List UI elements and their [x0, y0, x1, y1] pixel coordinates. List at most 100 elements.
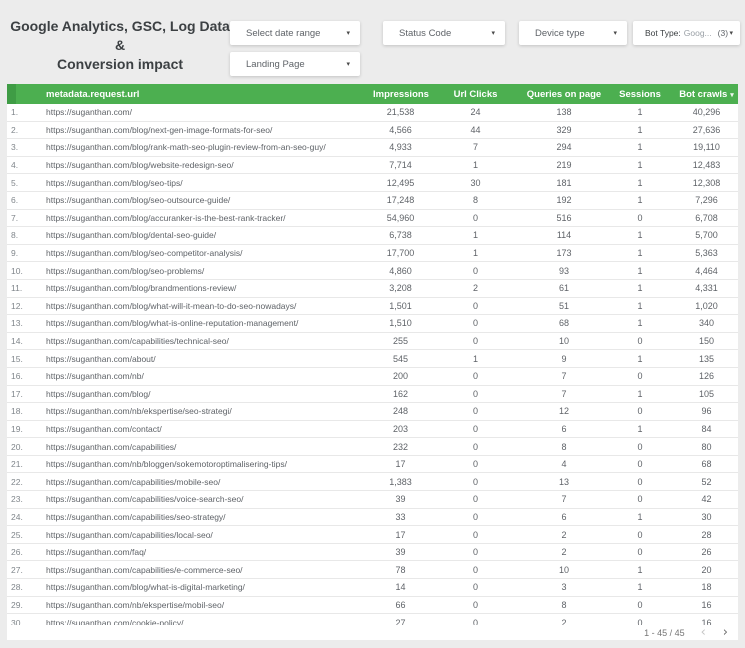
- column-header-bot-crawls-label: Bot crawls: [679, 88, 728, 100]
- table-body: 1. https://suganthan.com/21,538 24 138 1 40,2…: [7, 104, 738, 626]
- page-title: Google Analytics, GSC, Log Data & Conver…: [8, 17, 232, 74]
- row-bot_crawls: 30: [701, 511, 712, 522]
- row-url: https://suganthan.com/blog/seo-competito…: [46, 248, 243, 259]
- row-url_clicks: 2: [472, 283, 478, 294]
- row-impressions: 21,538: [386, 107, 415, 118]
- row-url_clicks: 0: [472, 336, 478, 347]
- filter-status-code[interactable]: Status Code ▾: [383, 21, 505, 45]
- filter-landing-page[interactable]: Landing Page ▾: [230, 52, 360, 76]
- table-row: 22. https://suganthan.com/capabilities/mo…: [7, 473, 738, 492]
- row-sessions: 0: [637, 547, 643, 558]
- row-url_clicks: 0: [472, 582, 478, 593]
- row-url: https://suganthan.com/blog/next-gen-imag…: [46, 124, 273, 135]
- row-url: https://suganthan.com/nb/ekspertise/mobi…: [46, 599, 225, 610]
- row-index: 22.: [11, 476, 23, 487]
- table-row: 2. https://suganthan.com/blog/next-gen-im…: [7, 121, 738, 140]
- row-url: https://suganthan.com/blog/rank-math-seo…: [46, 142, 326, 153]
- row-url_clicks: 0: [472, 212, 478, 223]
- row-impressions: 248: [392, 406, 409, 417]
- filter-bot-type-count: (3): [717, 28, 729, 38]
- row-index: 15.: [11, 353, 23, 364]
- filter-landing-page-label: Landing Page: [246, 58, 305, 70]
- row-bot_crawls: 40,296: [692, 107, 721, 118]
- row-bot_crawls: 27,636: [692, 124, 721, 135]
- row-bot_crawls: 28: [701, 529, 712, 540]
- row-impressions: 39: [395, 547, 406, 558]
- row-url: https://suganthan.com/blog/accuranker-is…: [46, 212, 286, 223]
- column-header-queries[interactable]: Queries on page: [523, 89, 605, 100]
- row-url: https://suganthan.com/capabilities/e-com…: [46, 564, 243, 575]
- row-bot_crawls: 96: [701, 406, 712, 417]
- row-queries: 114: [556, 230, 572, 241]
- row-impressions: 7,714: [389, 160, 412, 171]
- row-impressions: 17: [395, 459, 406, 470]
- row-url: https://suganthan.com/: [46, 107, 132, 118]
- table-row: 13. https://suganthan.com/blog/what-is-on…: [7, 315, 738, 333]
- row-sessions: 1: [637, 564, 643, 575]
- row-url: https://suganthan.com/blog/seo-outsource…: [46, 195, 231, 206]
- row-index: 11.: [11, 283, 23, 294]
- table-row: 27. https://suganthan.com/capabilities/e-…: [7, 561, 738, 580]
- table-row: 15. https://suganthan.com/about/545 1 9 1 135: [7, 350, 738, 368]
- filter-bot-type-label: Bot Type:: [645, 28, 681, 38]
- row-index: 9.: [11, 248, 19, 259]
- table-row: 26. https://suganthan.com/faq/39 0 2 0 26: [7, 543, 738, 562]
- column-header-bot-crawls[interactable]: Bot crawls ▾: [675, 89, 738, 100]
- chevron-down-icon: ▾: [491, 30, 495, 37]
- row-queries: 138: [556, 107, 572, 118]
- row-impressions: 4,860: [389, 265, 412, 276]
- row-queries: 516: [556, 212, 572, 223]
- row-impressions: 162: [392, 388, 409, 399]
- column-header-sessions[interactable]: Sessions: [605, 89, 675, 100]
- table-row: 8. https://suganthan.com/blog/dental-seo-…: [7, 227, 738, 245]
- row-bot_crawls: 20: [701, 564, 712, 575]
- row-impressions: 33: [395, 511, 406, 522]
- row-url: https://suganthan.com/blog/seo-problems/: [46, 265, 205, 276]
- row-index: 19.: [11, 423, 23, 434]
- row-sessions: 1: [637, 107, 643, 118]
- row-url: https://suganthan.com/about/: [46, 353, 156, 364]
- row-queries: 6: [561, 511, 567, 522]
- row-bot_crawls: 68: [701, 459, 712, 470]
- column-header-impressions[interactable]: Impressions: [373, 89, 429, 100]
- row-url: https://suganthan.com/contact/: [46, 423, 162, 434]
- row-bot_crawls: 4,331: [695, 283, 718, 294]
- row-index: 12.: [11, 300, 23, 311]
- table-row: 20. https://suganthan.com/capabilities/23…: [7, 438, 738, 456]
- row-queries: 173: [556, 248, 572, 259]
- row-index: 4.: [11, 160, 19, 171]
- row-bot_crawls: 7,296: [695, 195, 718, 206]
- row-queries: 51: [558, 300, 569, 311]
- row-url: https://suganthan.com/nb/bloggen/sokemot…: [46, 459, 287, 470]
- row-sessions: 0: [637, 476, 643, 487]
- filter-device-type[interactable]: Device type ▾: [519, 21, 627, 45]
- row-url: https://suganthan.com/blog/dental-seo-gu…: [46, 230, 217, 241]
- column-header-url-clicks[interactable]: Url Clicks: [428, 89, 523, 100]
- column-header-url[interactable]: metadata.request.url: [40, 89, 373, 100]
- table-row: 4. https://suganthan.com/blog/website-red…: [7, 156, 738, 175]
- row-impressions: 232: [392, 441, 409, 452]
- table-row: 1. https://suganthan.com/21,538 24 138 1 40,2…: [7, 104, 738, 122]
- row-url_clicks: 0: [472, 476, 478, 487]
- row-bot_crawls: 80: [701, 441, 712, 452]
- row-impressions: 17,248: [386, 195, 415, 206]
- row-sessions: 0: [637, 494, 643, 505]
- pagination-next-icon[interactable]: ›: [723, 626, 728, 639]
- row-queries: 192: [556, 195, 572, 206]
- row-impressions: 1,383: [389, 476, 412, 487]
- chevron-down-icon: ▾: [346, 30, 350, 37]
- row-bot_crawls: 12,308: [692, 177, 721, 188]
- row-url_clicks: 0: [472, 459, 478, 470]
- row-sessions: 1: [637, 160, 643, 171]
- row-bot_crawls: 26: [701, 547, 712, 558]
- row-impressions: 3,208: [389, 283, 412, 294]
- row-url_clicks: 30: [470, 177, 481, 188]
- filter-date-range[interactable]: Select date range ▾: [230, 21, 360, 45]
- row-queries: 7: [561, 388, 567, 399]
- row-impressions: 1,501: [389, 300, 412, 311]
- row-bot_crawls: 42: [701, 494, 712, 505]
- table-row: 11. https://suganthan.com/blog/brandmenti…: [7, 279, 738, 298]
- page-title-line1: Google Analytics, GSC, Log Data &: [10, 18, 230, 53]
- filter-bot-type[interactable]: Bot Type: Goog... (3) ▾: [633, 21, 740, 45]
- pagination-prev-icon[interactable]: ‹: [701, 626, 706, 639]
